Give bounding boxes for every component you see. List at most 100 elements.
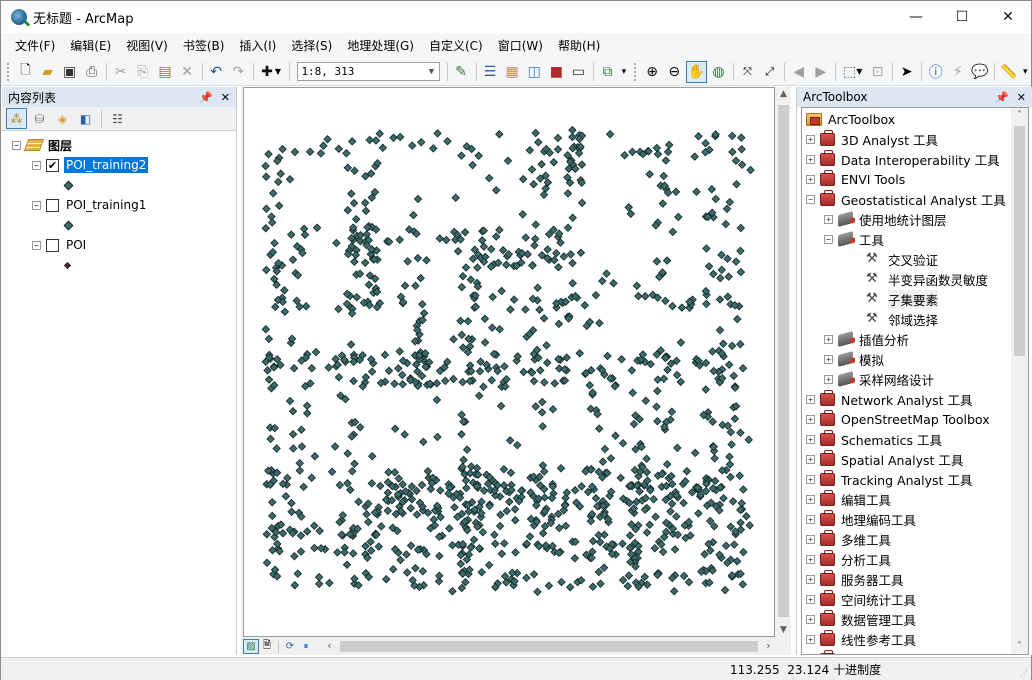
collapse-icon[interactable]: − [12, 140, 21, 150]
arctoolbox-window-icon[interactable]: ■ [546, 61, 567, 83]
scroll-up-icon[interactable]: ˄ [1011, 110, 1028, 121]
expand-icon[interactable]: + [806, 534, 815, 544]
expand-icon[interactable]: + [824, 374, 833, 384]
list-by-selection-icon[interactable]: ◧ [75, 108, 96, 129]
expand-icon[interactable]: + [806, 454, 815, 464]
close-panel-icon[interactable]: ✕ [221, 91, 230, 104]
toolbox-item-toolbox[interactable]: + ENVI Tools [806, 169, 905, 189]
layer-name[interactable]: POI_training2 [64, 157, 149, 173]
fixed-zoom-in-icon[interactable]: ⤧ [737, 61, 758, 83]
expand-icon[interactable]: + [806, 494, 815, 504]
toolbox-item-toolset[interactable]: + 插值分析 [824, 329, 909, 349]
open-folder-icon[interactable]: ▰ [37, 61, 58, 83]
collapse-icon[interactable]: − [32, 240, 41, 250]
forward-extent-icon[interactable]: ▶ [810, 61, 831, 83]
select-elements-arrow-icon[interactable]: ➤ [896, 61, 917, 83]
toolbox-item-toolbox[interactable]: + Data Interoperability 工具 [806, 149, 1000, 169]
expand-icon[interactable]: + [806, 134, 815, 144]
expand-icon[interactable]: + [806, 655, 815, 656]
pause-drawing-icon[interactable]: ⏸ [298, 639, 314, 654]
expand-icon[interactable]: + [806, 414, 815, 424]
scroll-up-icon[interactable]: ▲ [776, 89, 791, 99]
scroll-down-icon[interactable]: ˅ [1011, 641, 1028, 652]
copy-icon[interactable]: ⎘ [132, 61, 153, 83]
data-view-icon[interactable]: ▨ [243, 639, 259, 654]
layer-visibility-checkbox[interactable] [46, 198, 59, 212]
layer-row[interactable]: − POI [2, 235, 236, 255]
menu-windows[interactable]: 窗口(W) [492, 37, 549, 54]
back-extent-icon[interactable]: ◀ [788, 61, 809, 83]
menu-selection[interactable]: 选择(S) [285, 37, 338, 54]
scroll-thumb[interactable] [340, 641, 758, 652]
menu-customize[interactable]: 自定义(C) [423, 37, 489, 54]
scroll-thumb[interactable] [1014, 126, 1025, 356]
toolbox-item-tool[interactable]: ⚒ 子集要素 [852, 289, 939, 309]
map-vertical-scrollbar[interactable]: ▲ ▼ [776, 87, 791, 637]
fixed-zoom-out-icon[interactable]: ⤢ [759, 61, 780, 83]
layer-name[interactable]: POI [64, 237, 88, 253]
minimize-button[interactable]: — [893, 1, 939, 33]
toolbox-item-toolbox[interactable]: + 数据管理工具 [806, 609, 916, 629]
editor-toolbar-icon[interactable]: ✎ [450, 61, 471, 83]
collapse-icon[interactable]: − [806, 194, 815, 204]
menu-help[interactable]: 帮助(H) [552, 37, 606, 54]
python-window-icon[interactable]: ▭ [568, 61, 589, 83]
point-symbol-icon[interactable] [63, 220, 74, 230]
expand-icon[interactable]: + [806, 614, 815, 624]
scroll-right-icon[interactable]: › [761, 639, 776, 652]
toolbox-item-tool[interactable]: ⚒ 半变异函数灵敏度 [852, 269, 988, 289]
toolbox-item-toolbox[interactable]: + 多维工具 [806, 529, 891, 549]
pin-icon[interactable]: 📌 [199, 91, 213, 104]
toolbox-item-toolbox[interactable]: + 分析工具 [806, 549, 891, 569]
close-button[interactable]: ✕ [985, 1, 1031, 33]
layer-row[interactable]: − POI_training1 [2, 195, 236, 215]
expand-icon[interactable]: + [806, 394, 815, 404]
toolbar-overflow-icon[interactable]: ▾ [1021, 61, 1031, 83]
resize-grip[interactable]: ⋰ [1020, 669, 1028, 678]
map-scale-dropdown[interactable]: 1:8, 313 ▼ [297, 62, 440, 81]
save-icon[interactable]: ▣ [59, 61, 80, 83]
paste-icon[interactable]: ▤ [154, 61, 175, 83]
toolbox-item-toolbox[interactable]: + 线性参考工具 [806, 629, 916, 649]
collapse-icon[interactable]: − [32, 160, 41, 170]
options-icon[interactable]: ☷ [107, 108, 128, 129]
zoom-in-icon[interactable]: ⊕ [642, 61, 663, 83]
measure-icon[interactable]: 📏 [998, 61, 1019, 83]
toolbox-item-toolset[interactable]: + 模拟 [824, 349, 884, 369]
toolbox-item-toolbox[interactable]: + Spatial Analyst 工具 [806, 449, 963, 469]
delete-icon[interactable]: ✕ [177, 61, 198, 83]
toolbox-item-toolbox[interactable]: + 空间统计工具 [806, 589, 916, 609]
close-panel-icon[interactable]: ✕ [1017, 91, 1026, 104]
new-document-icon[interactable]: 🗋 [15, 61, 36, 83]
toolbox-item-toolbox[interactable]: + Network Analyst 工具 [806, 389, 973, 409]
list-by-source-icon[interactable]: ⛁ [29, 108, 50, 129]
expand-icon[interactable]: + [806, 574, 815, 584]
full-extent-globe-icon[interactable]: ◍ [708, 61, 729, 83]
toolbox-item-tool[interactable]: ⚒ 交叉验证 [852, 249, 938, 269]
menu-edit[interactable]: 编辑(E) [64, 37, 117, 54]
expand-icon[interactable]: + [824, 354, 833, 364]
redo-icon[interactable]: ↷ [228, 61, 249, 83]
identify-icon[interactable]: ⓘ [925, 61, 946, 83]
list-by-visibility-icon[interactable]: ◈ [52, 108, 73, 129]
html-popup-icon[interactable]: 💬 [969, 61, 990, 83]
toolbar-grip[interactable] [7, 62, 11, 81]
toolbox-item-toolbox[interactable]: + 地理编码工具 [806, 509, 916, 529]
toolbox-item-toolbox[interactable]: + 服务器工具 [806, 569, 904, 589]
layer-visibility-checkbox[interactable] [46, 238, 59, 252]
toolbox-item-toolbox[interactable]: +3D Analyst 工具 [806, 129, 938, 149]
toolbox-item-toolbox[interactable]: − Geostatistical Analyst 工具 [806, 189, 1006, 209]
layer-row[interactable]: − ✔ POI_training2 [2, 155, 236, 175]
menu-view[interactable]: 视图(V) [120, 37, 174, 54]
expand-icon[interactable]: + [806, 474, 815, 484]
collapse-icon[interactable]: − [824, 234, 833, 244]
toolbox-item-toolbox[interactable]: + Tracking Analyst 工具 [806, 469, 972, 489]
toolbox-item-tool[interactable]: ⚒ 邻域选择 [852, 309, 938, 329]
expand-icon[interactable]: + [806, 634, 815, 644]
map-horizontal-scrollbar[interactable]: ‹ › [322, 639, 776, 654]
map-canvas[interactable] [243, 87, 775, 637]
add-data-icon[interactable]: ✚ ▼ [257, 61, 286, 83]
expand-icon[interactable]: + [806, 594, 815, 604]
scroll-down-icon[interactable]: ▼ [776, 625, 791, 635]
list-by-drawing-order-icon[interactable]: ⁂ [6, 108, 27, 129]
